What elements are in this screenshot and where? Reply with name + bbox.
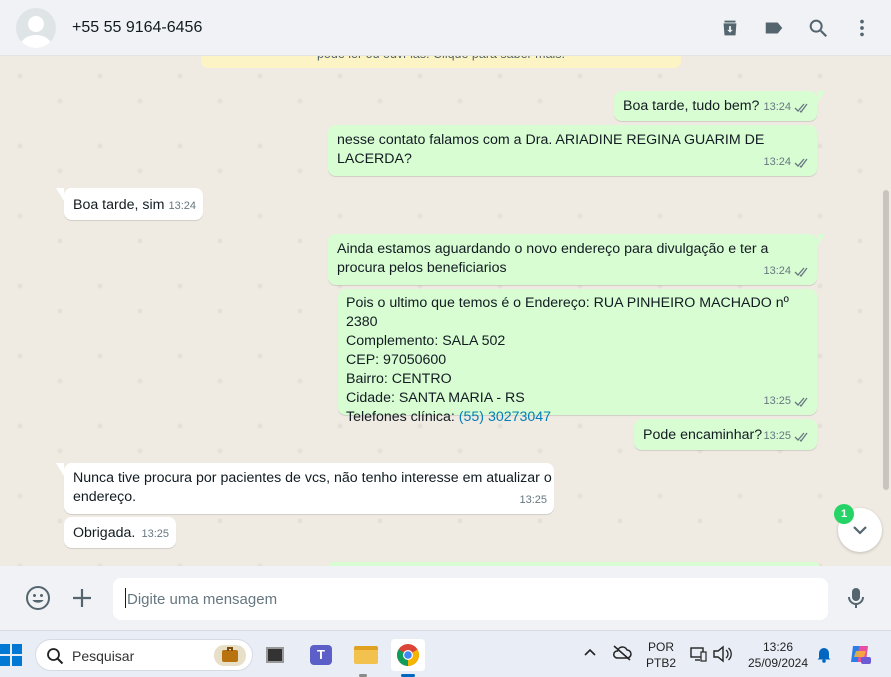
double-check-icon [794,432,808,442]
message-text: procura pelos beneficiarios [337,260,507,276]
message-outgoing[interactable]: Pode encaminhar? 13:25 [634,419,817,450]
notification-bell-icon[interactable] [816,645,832,668]
clock-time: 13:26 [762,640,794,654]
message-time: 13:24 [763,156,791,168]
message-text: Cidade: SANTA MARIA - RS [346,390,525,406]
chat-header: +55 55 9164-6456 [0,0,891,56]
emoji-icon[interactable] [25,585,51,611]
message-incoming[interactable]: Obrigada. 13:25 [64,517,176,548]
network-icon[interactable] [689,645,707,668]
briefcase-icon [214,645,246,666]
message-text: endereço. [73,489,137,505]
file-explorer-icon[interactable] [349,639,383,671]
task-view-icon[interactable] [258,639,292,671]
double-check-icon [794,397,808,407]
message-text: Complemento: SALA 502 [346,333,506,349]
message-time: 13:24 [168,200,196,212]
contact-avatar[interactable] [16,7,56,48]
unread-badge: 1 [834,504,854,524]
chevron-down-icon [853,526,867,535]
message-text: Obrigada. [73,525,136,541]
language-indicator[interactable]: POR PTB2 [644,639,678,671]
message-text: CEP: 97050600 [346,352,447,368]
double-check-icon [794,158,808,168]
message-text: Ainda estamos aguardando o novo endereço… [337,241,769,257]
message-time: 13:24 [763,265,791,277]
message-text: nesse contato falamos com a Dra. ARIADIN… [337,132,765,148]
search-icon[interactable] [807,17,829,39]
phone-link[interactable]: (55) 30273047 [459,409,551,425]
chat-scrollbar[interactable] [883,190,889,490]
chrome-icon[interactable] [391,639,425,671]
message-time: 13:25 [141,528,169,540]
cloud-off-icon[interactable] [612,644,632,667]
windows-taskbar: Pesquisar T POR PTB2 13:26 25/09/2024 [0,630,891,677]
message-time: 13:24 [763,101,791,113]
message-outgoing[interactable]: Ainda estamos aguardando o novo endereço… [328,234,825,285]
message-input-placeholder: Digite uma mensagem [127,591,278,608]
message-outgoing[interactable]: Boa tarde, tudo bem? 13:24 [614,91,825,121]
message-text: Boa tarde, sim [73,197,165,213]
message-time: 13:25 [519,494,547,506]
composer-bar: Digite uma mensagem [0,566,891,630]
teams-icon[interactable]: T [304,639,338,671]
message-incoming[interactable]: Nunca tive procura por pacientes de vcs,… [56,463,554,514]
message-input[interactable]: Digite uma mensagem [113,578,828,620]
microphone-icon[interactable] [843,585,869,611]
language-line1: POR [647,640,674,654]
message-time: 13:25 [763,395,791,407]
message-text: Telefones clínica: [346,409,459,425]
contact-name[interactable]: +55 55 9164-6456 [72,19,202,37]
message-outgoing[interactable]: Pois o ultimo que temos é o Endereço: RU… [338,289,817,425]
volume-icon[interactable] [712,645,732,668]
double-check-icon [794,267,808,277]
message-outgoing[interactable]: nesse contato falamos com a Dra. ARIADIN… [328,125,817,176]
language-line2: PTB2 [645,656,676,670]
text-caret [125,588,126,608]
message-text: Pois o ultimo que temos é o Endereço: RU… [346,295,789,330]
search-icon [47,648,64,665]
message-text: Pode encaminhar? [643,427,763,443]
archive-icon[interactable] [719,17,741,39]
label-icon[interactable] [763,17,785,39]
taskbar-search-label: Pesquisar [72,648,135,664]
message-text: Boa tarde, tudo bem? [623,98,760,114]
attach-plus-icon[interactable] [69,585,95,611]
menu-icon[interactable] [851,17,873,39]
message-incoming[interactable]: Boa tarde, sim 13:24 [56,188,203,220]
copilot-icon[interactable] [848,642,872,671]
chevron-up-icon[interactable] [582,645,598,666]
clock[interactable]: 13:26 25/09/2024 [744,639,812,671]
windows-start-icon[interactable] [0,644,22,666]
double-check-icon [794,103,808,113]
message-time: 13:25 [763,430,791,442]
message-text: LACERDA? [337,151,412,167]
message-text: Nunca tive procura por pacientes de vcs,… [73,470,552,486]
taskbar-search[interactable]: Pesquisar [35,639,253,671]
message-text: Bairro: CENTRO [346,371,452,387]
clock-date: 25/09/2024 [747,656,809,670]
